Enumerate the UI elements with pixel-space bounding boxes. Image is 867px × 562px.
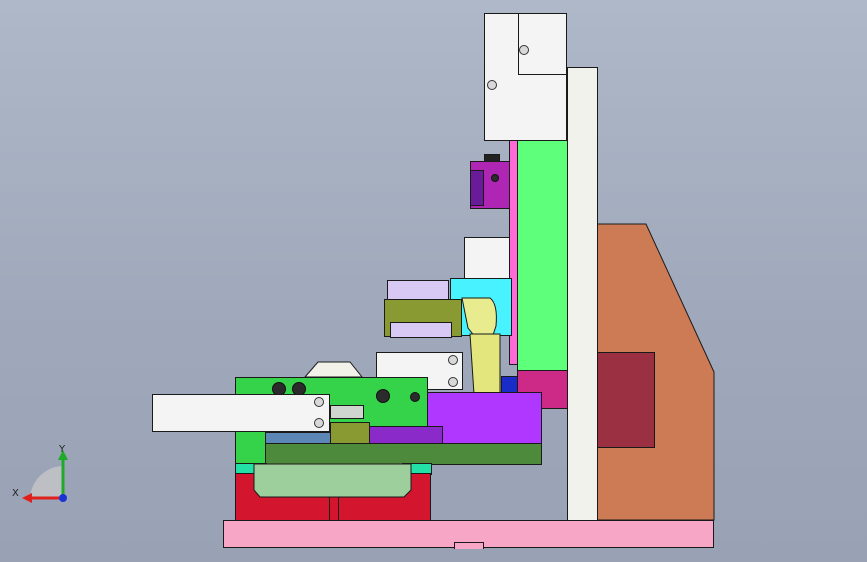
violet-strip [369,426,443,444]
screw-icon [448,355,458,365]
left-white-cylinder[interactable] [152,394,330,432]
x-axis-label: X [12,488,19,499]
dark-green-plate[interactable] [265,443,542,465]
maroon-insert-block[interactable] [597,352,655,448]
bolt-icon [491,174,499,182]
lavender-cylinder-lower [390,322,452,338]
cad-viewport[interactable] [0,0,867,562]
bolt-hole-icon [376,389,390,403]
piston-rod [330,405,364,419]
red-block-divider [329,490,339,521]
screw-icon [487,80,497,90]
coordinate-triad-icon: Y X [8,440,78,510]
bolt-hole-icon [410,392,420,402]
screw-icon [314,397,324,407]
y-axis-label: Y [58,444,66,455]
screw-icon [448,377,458,387]
purple-clamp-side [470,170,484,206]
top-cylinder-cap [518,13,567,75]
white-column[interactable] [567,67,598,521]
steel-blue-strip [265,432,331,444]
base-plate-notch [454,542,484,549]
olive-small-block [330,422,370,444]
screw-icon [519,45,529,55]
screw-icon [314,418,324,428]
